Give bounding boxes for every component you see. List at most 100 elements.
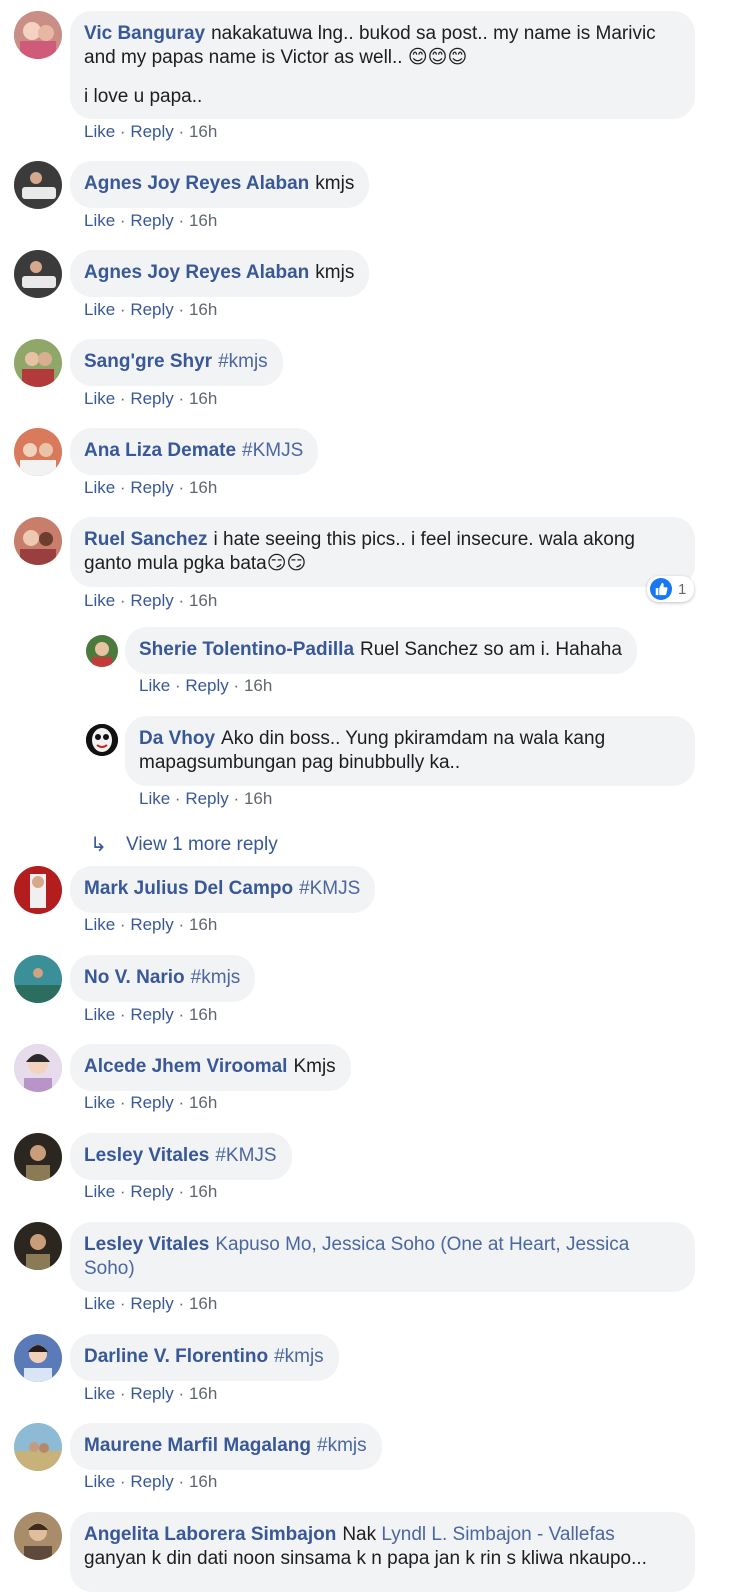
like-link[interactable]: Like [139, 676, 170, 695]
reply-link[interactable]: Reply [185, 789, 228, 808]
reply-author[interactable]: Da Vhoy [139, 728, 215, 749]
like-link[interactable]: Like [84, 1472, 115, 1491]
comment-author[interactable]: Maurene Marfil Magalang [84, 1435, 311, 1456]
like-link[interactable]: Like [84, 915, 115, 934]
comment-author[interactable]: No V. Nario [84, 967, 185, 988]
reply-link[interactable]: Reply [185, 676, 228, 695]
hashtag[interactable]: #kmjs [191, 967, 241, 988]
reply-bubble: Sherie Tolentino-Padilla Ruel Sanchez so … [125, 627, 637, 674]
reply-link[interactable]: Reply [130, 122, 173, 141]
separator: · [178, 1294, 185, 1313]
like-link[interactable]: Like [84, 211, 115, 230]
comment-author[interactable]: Agnes Joy Reyes Alaban [84, 262, 309, 283]
like-link[interactable]: Like [84, 1384, 115, 1403]
like-link[interactable]: Like [84, 1182, 115, 1201]
like-link[interactable]: Like [84, 1294, 115, 1313]
comment-text: Nak [342, 1524, 377, 1545]
comment-author[interactable]: Lesley Vitales [84, 1145, 209, 1166]
reply-bubble: Da Vhoy Ako din boss.. Yung pkiramdam na … [125, 716, 695, 786]
reply-timestamp[interactable]: 16h [244, 676, 272, 695]
comment-timestamp[interactable]: 16h [189, 915, 217, 934]
comment-author[interactable]: Sang'gre Shyr [84, 351, 212, 372]
comment-author[interactable]: Ruel Sanchez [84, 529, 208, 550]
hashtag[interactable]: #kmjs [274, 1346, 324, 1367]
comment-timestamp[interactable]: 16h [189, 300, 217, 319]
hashtag[interactable]: #kmjs [218, 351, 268, 372]
comment-timestamp[interactable]: 16h [189, 122, 217, 141]
reply-link[interactable]: Reply [130, 211, 173, 230]
reply-link[interactable]: Reply [130, 915, 173, 934]
comment-timestamp[interactable]: 16h [189, 1005, 217, 1024]
comment-author[interactable]: Angelita Laborera Simbajon [84, 1524, 336, 1545]
comment-timestamp[interactable]: 16h [189, 1182, 217, 1201]
separator: · [178, 478, 185, 497]
reply-link[interactable]: Reply [130, 1005, 173, 1024]
hashtag[interactable]: #kmjs [317, 1435, 367, 1456]
like-link[interactable]: Like [84, 389, 115, 408]
comment-author[interactable]: Mark Julius Del Campo [84, 878, 293, 899]
separator: · [178, 1093, 185, 1112]
like-link[interactable]: Like [84, 478, 115, 497]
avatar[interactable] [14, 955, 62, 1003]
reply-link[interactable]: Reply [130, 389, 173, 408]
avatar[interactable] [14, 161, 62, 209]
comment-author[interactable]: Darline V. Florentino [84, 1346, 268, 1367]
comment-timestamp[interactable]: 16h [189, 389, 217, 408]
comment-author[interactable]: Ana Liza Demate [84, 440, 236, 461]
comment-author[interactable]: Alcede Jhem Viroomal [84, 1056, 287, 1077]
avatar[interactable] [14, 1044, 62, 1092]
comment-timestamp[interactable]: 16h [189, 1294, 217, 1313]
avatar[interactable] [14, 339, 62, 387]
reply-timestamp[interactable]: 16h [244, 789, 272, 808]
separator: · [174, 676, 181, 695]
view-more-replies-link[interactable]: ↳ View 1 more reply [90, 832, 278, 857]
reply-link[interactable]: Reply [130, 1294, 173, 1313]
avatar[interactable] [86, 635, 118, 667]
comment-actions: Like · Reply · 16h [84, 915, 217, 935]
separator: · [178, 122, 185, 141]
avatar[interactable] [14, 866, 62, 914]
avatar[interactable] [14, 428, 62, 476]
reply-author[interactable]: Sherie Tolentino-Padilla [139, 639, 354, 660]
like-link[interactable]: Like [84, 591, 115, 610]
avatar[interactable] [14, 1222, 62, 1270]
reply-link[interactable]: Reply [130, 478, 173, 497]
comment-author[interactable]: Agnes Joy Reyes Alaban [84, 173, 309, 194]
like-link[interactable]: Like [84, 300, 115, 319]
reply-link[interactable]: Reply [130, 591, 173, 610]
like-link[interactable]: Like [84, 1005, 115, 1024]
avatar[interactable] [14, 250, 62, 298]
reply-link[interactable]: Reply [130, 1384, 173, 1403]
reply-link[interactable]: Reply [130, 300, 173, 319]
hashtag[interactable]: #KMJS [299, 878, 360, 899]
comment-timestamp[interactable]: 16h [189, 211, 217, 230]
avatar[interactable] [86, 724, 118, 756]
avatar[interactable] [14, 1512, 62, 1560]
like-link[interactable]: Like [84, 122, 115, 141]
avatar[interactable] [14, 1133, 62, 1181]
reply-link[interactable]: Reply [130, 1093, 173, 1112]
comment-bubble: No V. Nario #kmjs [70, 955, 256, 1002]
comment-timestamp[interactable]: 16h [189, 1093, 217, 1112]
separator: · [119, 122, 126, 141]
comment-author[interactable]: Lesley Vitales [84, 1234, 209, 1255]
hashtag[interactable]: #KMJS [215, 1145, 276, 1166]
comment-timestamp[interactable]: 16h [189, 1384, 217, 1403]
avatar[interactable] [14, 1423, 62, 1471]
reaction-badge[interactable]: 1 [647, 576, 695, 602]
avatar[interactable] [14, 11, 62, 59]
comment-timestamp[interactable]: 16h [189, 478, 217, 497]
user-mention[interactable]: Lyndl L. Simbajon - Vallefas [381, 1524, 614, 1545]
avatar[interactable] [14, 1334, 62, 1382]
separator: · [178, 1005, 185, 1024]
like-link[interactable]: Like [139, 789, 170, 808]
comment-author[interactable]: Vic Banguray [84, 23, 205, 44]
reply-link[interactable]: Reply [130, 1182, 173, 1201]
comment-timestamp[interactable]: 16h [189, 1472, 217, 1491]
hashtag[interactable]: #KMJS [242, 440, 303, 461]
comment-bubble: Lesley Vitales Kapuso Mo, Jessica Soho (O… [70, 1222, 695, 1292]
avatar[interactable] [14, 517, 62, 565]
reply-link[interactable]: Reply [130, 1472, 173, 1491]
comment-timestamp[interactable]: 16h [189, 591, 217, 610]
like-link[interactable]: Like [84, 1093, 115, 1112]
